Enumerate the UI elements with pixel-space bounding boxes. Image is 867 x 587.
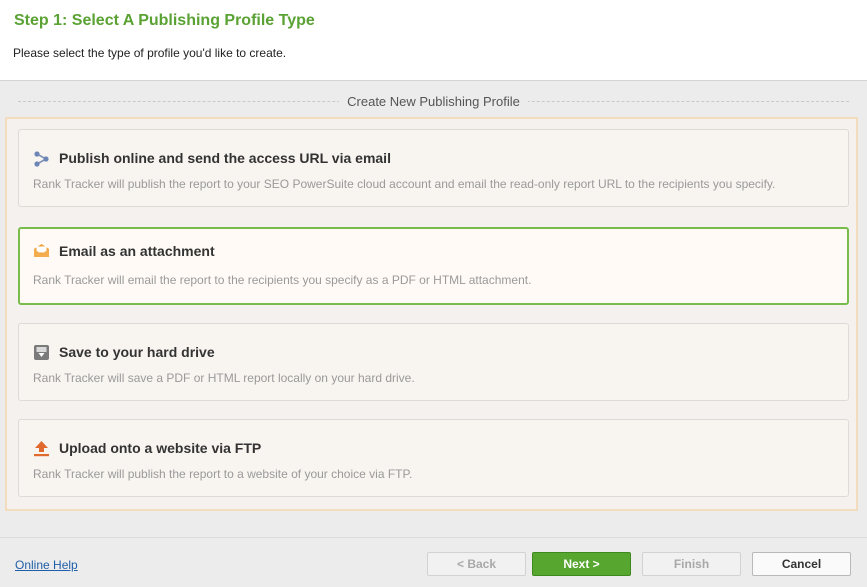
option-description: Rank Tracker will publish the report to … [33, 467, 413, 481]
option-label: Publish online and send the access URL v… [59, 150, 391, 166]
option-label: Upload onto a website via FTP [59, 440, 262, 456]
option-label: Email as an attachment [59, 243, 215, 259]
option-description: Rank Tracker will publish the report to … [33, 177, 776, 191]
online-help-link[interactable]: Online Help [15, 558, 78, 572]
page-title: Step 1: Select A Publishing Profile Type [14, 12, 315, 29]
share-icon [33, 150, 50, 167]
option-save-hard-drive[interactable]: Save to your hard drive Rank Tracker wil… [18, 323, 849, 401]
option-email-attachment[interactable]: Email as an attachment Rank Tracker will… [18, 227, 849, 305]
upload-arrow-icon [33, 440, 50, 457]
section-title-wrap: Create New Publishing Profile [0, 94, 867, 109]
option-label: Save to your hard drive [59, 344, 215, 360]
cancel-button[interactable]: Cancel [752, 552, 851, 576]
option-publish-online[interactable]: Publish online and send the access URL v… [18, 129, 849, 207]
option-upload-ftp[interactable]: Upload onto a website via FTP Rank Track… [18, 419, 849, 497]
save-disk-icon [33, 344, 50, 361]
next-button[interactable]: Next > [532, 552, 631, 576]
wizard-header: Step 1: Select A Publishing Profile Type… [0, 0, 867, 81]
option-description: Rank Tracker will save a PDF or HTML rep… [33, 371, 415, 385]
back-button[interactable]: < Back [427, 552, 526, 576]
section-title: Create New Publishing Profile [339, 94, 528, 109]
finish-button[interactable]: Finish [642, 552, 741, 576]
page-subtitle: Please select the type of profile you'd … [13, 46, 287, 60]
envelope-icon [33, 242, 50, 259]
option-description: Rank Tracker will email the report to th… [33, 273, 532, 287]
footer-divider [0, 537, 867, 538]
